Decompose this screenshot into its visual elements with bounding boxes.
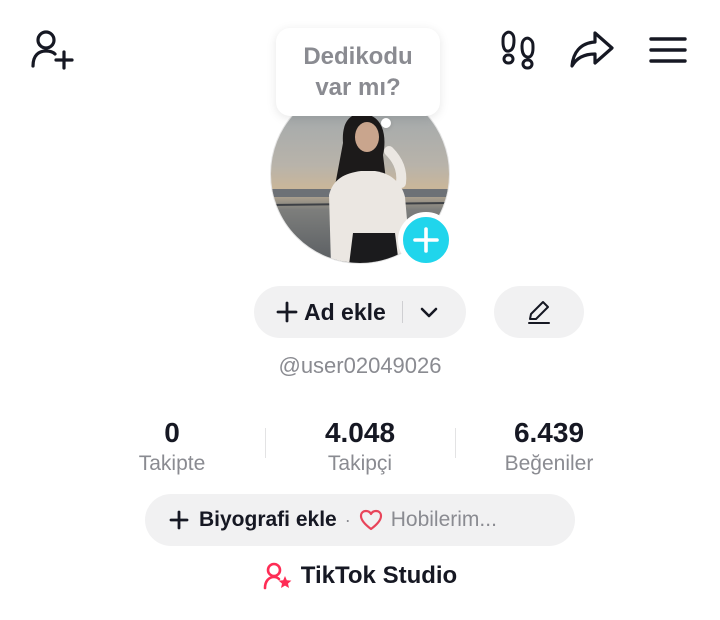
divider xyxy=(401,301,403,323)
plus-icon xyxy=(276,301,298,323)
stat-followers[interactable]: 4.048 Takipçi xyxy=(270,416,450,478)
share-profile-button[interactable] xyxy=(568,26,616,72)
edit-profile-button[interactable] xyxy=(494,286,584,338)
followers-count: 4.048 xyxy=(324,417,396,448)
menu-button[interactable] xyxy=(646,30,690,70)
hobbies-label: Hobilerim... xyxy=(390,508,497,531)
creator-star-icon xyxy=(263,562,292,590)
profile-views-button[interactable] xyxy=(496,26,540,72)
share-arrow-icon xyxy=(570,31,614,68)
hamburger-menu-icon xyxy=(649,37,687,63)
chevron-down-icon[interactable] xyxy=(419,302,439,322)
following-label: Takipte xyxy=(138,452,206,475)
followers-label: Takipçi xyxy=(327,452,393,475)
add-name-button[interactable]: Ad ekle xyxy=(254,286,466,338)
footprints-icon xyxy=(501,30,535,70)
stat-following[interactable]: 0 Takipte xyxy=(82,416,262,478)
note-line-1: Dedikodu xyxy=(303,43,413,70)
heart-icon xyxy=(359,509,382,531)
likes-count: 6.439 xyxy=(513,417,585,448)
add-friend-button[interactable] xyxy=(28,26,78,72)
pencil-icon xyxy=(528,301,550,324)
tiktok-studio-link[interactable]: TikTok Studio xyxy=(0,562,720,590)
stat-divider xyxy=(265,428,266,458)
plus-icon xyxy=(169,510,189,530)
plus-icon xyxy=(413,227,439,253)
following-count: 0 xyxy=(164,417,180,448)
username: @user02049026 xyxy=(278,353,442,378)
avatar-add-button[interactable] xyxy=(398,212,454,268)
stat-likes[interactable]: 6.439 Beğeniler xyxy=(459,416,639,478)
note-bubble[interactable]: Dedikodu var mı? xyxy=(276,28,440,116)
stat-divider xyxy=(455,428,456,458)
add-bio-button[interactable]: Biyografi ekle · Hobilerim... xyxy=(145,494,575,546)
add-name-label: Ad ekle xyxy=(304,298,386,325)
bubble-tail-dot xyxy=(381,118,391,128)
separator-dot: · xyxy=(344,509,351,530)
likes-label: Beğeniler xyxy=(504,452,594,475)
person-add-icon xyxy=(31,30,74,70)
tiktok-studio-label: TikTok Studio xyxy=(300,562,458,589)
add-bio-label: Biyografi ekle xyxy=(199,508,337,531)
note-line-2: var mı? xyxy=(315,74,401,101)
